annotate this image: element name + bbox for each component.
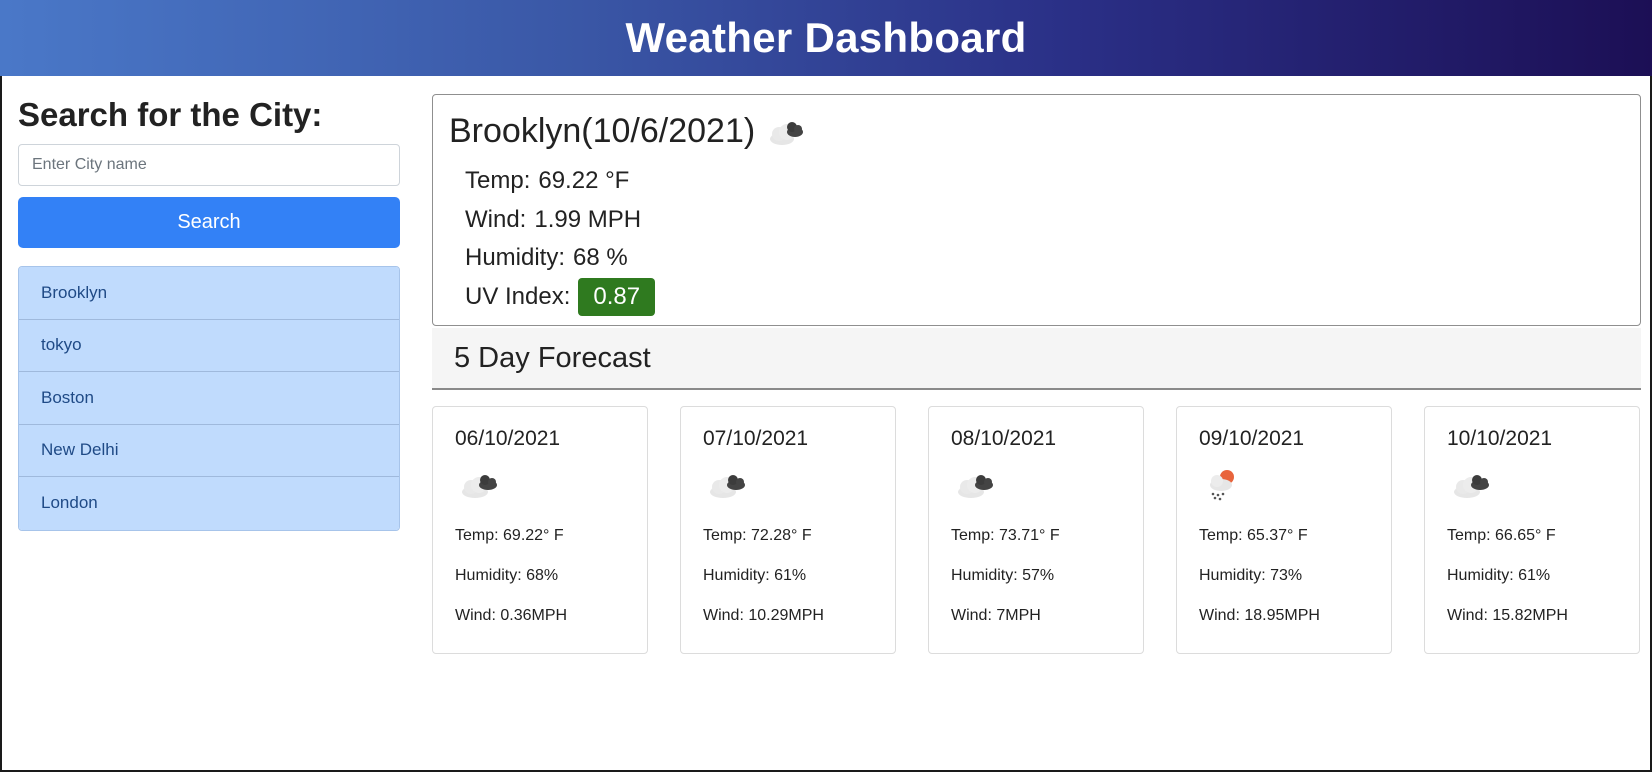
- forecast-wind: Wind: 7MPH: [951, 607, 1041, 624]
- forecast-temp: Temp: 72.28° F: [703, 527, 812, 544]
- forecast-wind: Wind: 0.36MPH: [455, 607, 568, 624]
- current-temp: Temp: 69.22 °F: [465, 162, 1624, 201]
- broken-clouds-icon: [765, 117, 807, 152]
- forecast-humidity: Humidity: 73%: [1199, 567, 1303, 584]
- wind-label: Wind:: [465, 205, 527, 233]
- forecast-cards: 06/10/2021 Temp: 69.22° F Humidity: 68% …: [432, 406, 1641, 654]
- forecast-card-day-5: 10/10/2021 Temp: 66.65° F Humidity: 61% …: [1424, 406, 1640, 654]
- forecast-wind: Wind: 15.82MPH: [1447, 607, 1568, 624]
- forecast-card-day-3: 08/10/2021 Temp: 73.71° F Humidity: 57% …: [928, 406, 1144, 654]
- forecast-temp: Temp: 66.65° F: [1447, 527, 1556, 544]
- forecast-humidity: Humidity: 61%: [1447, 567, 1551, 584]
- forecast-date: 10/10/2021: [1447, 427, 1553, 450]
- forecast-date: 07/10/2021: [703, 427, 809, 450]
- history-item-tokyo[interactable]: tokyo: [19, 319, 399, 372]
- history-item-boston[interactable]: Boston: [19, 372, 399, 425]
- search-history-list: Brooklyn tokyo Boston New Delhi London: [18, 266, 400, 531]
- forecast-temp: Temp: 69.22° F: [455, 527, 564, 544]
- search-heading: Search for the City:: [18, 96, 323, 133]
- forecast-date: 06/10/2021: [455, 427, 561, 450]
- header-banner: Weather Dashboard: [0, 0, 1652, 76]
- forecast-card-day-4: 09/10/2021 Temp: 65.37° F Humidity: 73% …: [1176, 406, 1392, 654]
- temp-value: 69.22 °F: [538, 167, 630, 195]
- page-title: Weather Dashboard: [625, 14, 1027, 61]
- history-item-london[interactable]: London: [19, 477, 399, 530]
- forecast-temp: Temp: 73.71° F: [951, 527, 1060, 544]
- forecast-humidity: Humidity: 57%: [951, 567, 1055, 584]
- broken-clouds-icon: [455, 465, 625, 505]
- broken-clouds-icon: [1447, 465, 1617, 505]
- broken-clouds-icon: [703, 465, 873, 505]
- temp-label: Temp:: [465, 167, 531, 195]
- forecast-heading: 5 Day Forecast: [454, 341, 651, 374]
- search-sidebar: Search for the City: Search Brooklyn tok…: [18, 96, 400, 531]
- uv-label: UV Index:: [465, 282, 571, 310]
- current-humidity: Humidity: 68 %: [465, 239, 1624, 278]
- forecast-card-day-1: 06/10/2021 Temp: 69.22° F Humidity: 68% …: [432, 406, 648, 654]
- forecast-header: 5 Day Forecast: [432, 328, 1641, 390]
- broken-clouds-icon: [951, 465, 1121, 505]
- wind-value: 1.99 MPH: [534, 205, 642, 233]
- rain-sun-icon: [1199, 465, 1369, 505]
- forecast-humidity: Humidity: 61%: [703, 567, 807, 584]
- history-item-brooklyn[interactable]: Brooklyn: [19, 267, 399, 320]
- current-uv: UV Index: 0.87: [465, 277, 1624, 317]
- current-city-date: Brooklyn(10/6/2021): [449, 112, 756, 150]
- forecast-wind: Wind: 10.29MPH: [703, 607, 824, 624]
- humidity-value: 68 %: [573, 244, 628, 272]
- current-stats: Temp: 69.22 °F Wind: 1.99 MPH Humidity: …: [465, 162, 1624, 316]
- current-weather-header: Brooklyn(10/6/2021): [449, 111, 1624, 152]
- current-wind: Wind: 1.99 MPH: [465, 201, 1624, 240]
- city-search-input[interactable]: [18, 144, 400, 186]
- forecast-temp: Temp: 65.37° F: [1199, 527, 1308, 544]
- forecast-humidity: Humidity: 68%: [455, 567, 559, 584]
- search-button[interactable]: Search: [18, 197, 400, 248]
- uv-index-badge: 0.87: [578, 277, 656, 316]
- history-item-new-delhi[interactable]: New Delhi: [19, 424, 399, 477]
- forecast-wind: Wind: 18.95MPH: [1199, 607, 1320, 624]
- forecast-date: 08/10/2021: [951, 427, 1057, 450]
- forecast-card-day-2: 07/10/2021 Temp: 72.28° F Humidity: 61% …: [680, 406, 896, 654]
- forecast-date: 09/10/2021: [1199, 427, 1305, 450]
- current-weather-card: Brooklyn(10/6/2021) Temp: 69.22 °F Wind:…: [432, 94, 1641, 326]
- humidity-label: Humidity:: [465, 244, 566, 272]
